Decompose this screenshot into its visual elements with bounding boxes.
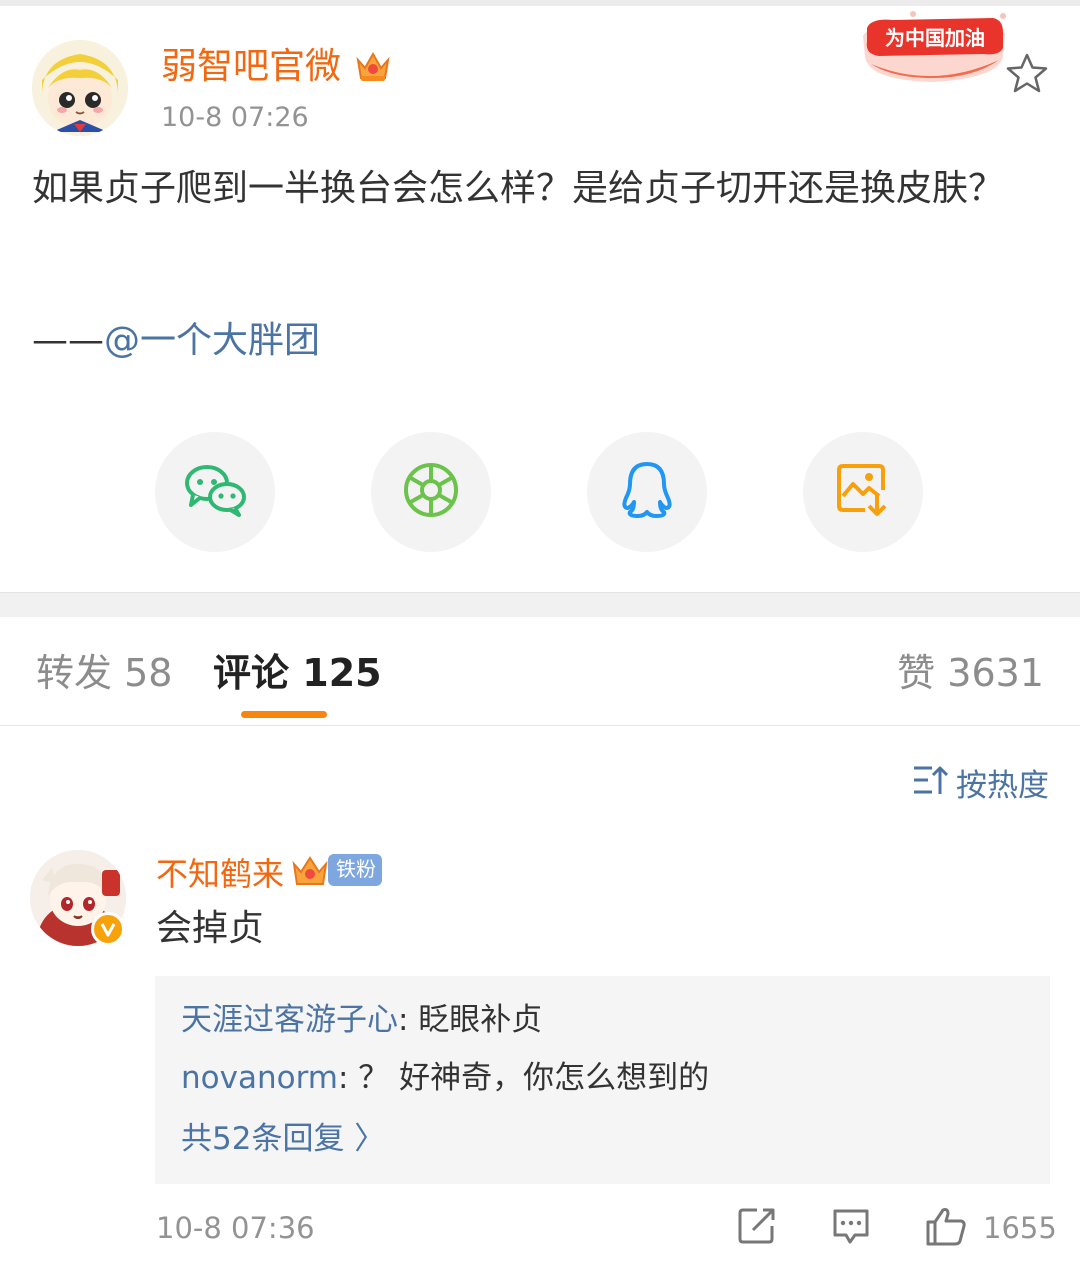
tab-comment-label: 评论 — [213, 651, 290, 695]
reply-text: ？ 好神奇，你怎么想到的 — [358, 1060, 710, 1096]
reply-separator: : — [337, 1060, 359, 1096]
share-icon[interactable] — [737, 1206, 777, 1246]
tab-repost-count: 58 — [124, 651, 173, 695]
comment-text: 会掉贞 — [156, 908, 265, 949]
member-crown-icon — [354, 48, 392, 84]
more-replies-link[interactable]: 共52条回复 〉 — [181, 1119, 385, 1159]
comment-icon[interactable] — [831, 1206, 871, 1246]
sort-label: 按热度 — [956, 767, 1049, 804]
tab-like[interactable]: 赞 3631 — [897, 648, 1044, 698]
comment-time: 10-8 07:36 — [156, 1211, 315, 1245]
moments-icon — [402, 461, 460, 523]
tab-like-label: 赞 — [897, 651, 936, 695]
promo-badge[interactable]: 为中国加油 — [853, 8, 1013, 94]
post-credit: ——@一个大胖团 — [32, 316, 320, 366]
author-name[interactable]: 弱智吧官微 — [161, 44, 341, 90]
credit-prefix: —— — [32, 320, 104, 361]
reply-item: novanorm: ？ 好神奇，你怎么想到的 — [181, 1058, 709, 1098]
thumbs-up-icon[interactable] — [925, 1206, 966, 1246]
post-time: 10-8 07:26 — [161, 102, 309, 133]
top-separator — [0, 0, 1080, 6]
tabs-border — [0, 725, 1080, 726]
commenter-name[interactable]: 不知鹤来 — [156, 852, 284, 896]
tab-repost[interactable]: 转发 58 — [36, 648, 172, 698]
share-wechat-button[interactable] — [155, 432, 275, 552]
section-divider — [0, 592, 1080, 617]
reply-user-link[interactable]: 天涯过客游子心 — [181, 1002, 398, 1038]
favorite-star-icon[interactable] — [1005, 52, 1049, 94]
credit-mention-link[interactable]: @一个大胖团 — [104, 320, 320, 361]
active-tab-indicator — [241, 711, 327, 718]
tab-like-count: 3631 — [947, 651, 1044, 695]
reply-user-link[interactable]: novanorm — [181, 1060, 338, 1096]
reply-text: 眨眼补贞 — [418, 1002, 543, 1038]
reply-item: 天涯过客游子心: 眨眼补贞 — [181, 1000, 542, 1040]
save-image-button[interactable] — [803, 432, 923, 552]
fan-badge-label: 铁粉 — [336, 857, 376, 881]
qq-icon — [620, 460, 674, 524]
sort-icon — [912, 764, 949, 800]
author-avatar[interactable] — [32, 40, 128, 136]
wechat-icon — [183, 463, 247, 521]
promo-badge-text: 为中国加油 — [885, 26, 985, 50]
verified-badge-icon — [91, 912, 125, 946]
comment-like-count: 1655 — [983, 1211, 1057, 1245]
save-image-icon — [835, 462, 891, 522]
replies-box[interactable]: 天涯过客游子心: 眨眼补贞 novanorm: ？ 好神奇，你怎么想到的 共52… — [155, 976, 1050, 1184]
tab-comment[interactable]: 评论 125 — [213, 648, 382, 698]
share-qq-button[interactable] — [587, 432, 707, 552]
tab-repost-label: 转发 — [36, 651, 113, 695]
share-moments-button[interactable] — [371, 432, 491, 552]
reply-separator: : — [398, 1002, 419, 1038]
tab-comment-count: 125 — [302, 651, 382, 695]
sort-by-hot-button[interactable]: 按热度 — [912, 760, 1049, 804]
post-body-text: 如果贞子爬到一半换台会怎么样？是给贞子切开还是换皮肤？ — [32, 168, 1005, 209]
